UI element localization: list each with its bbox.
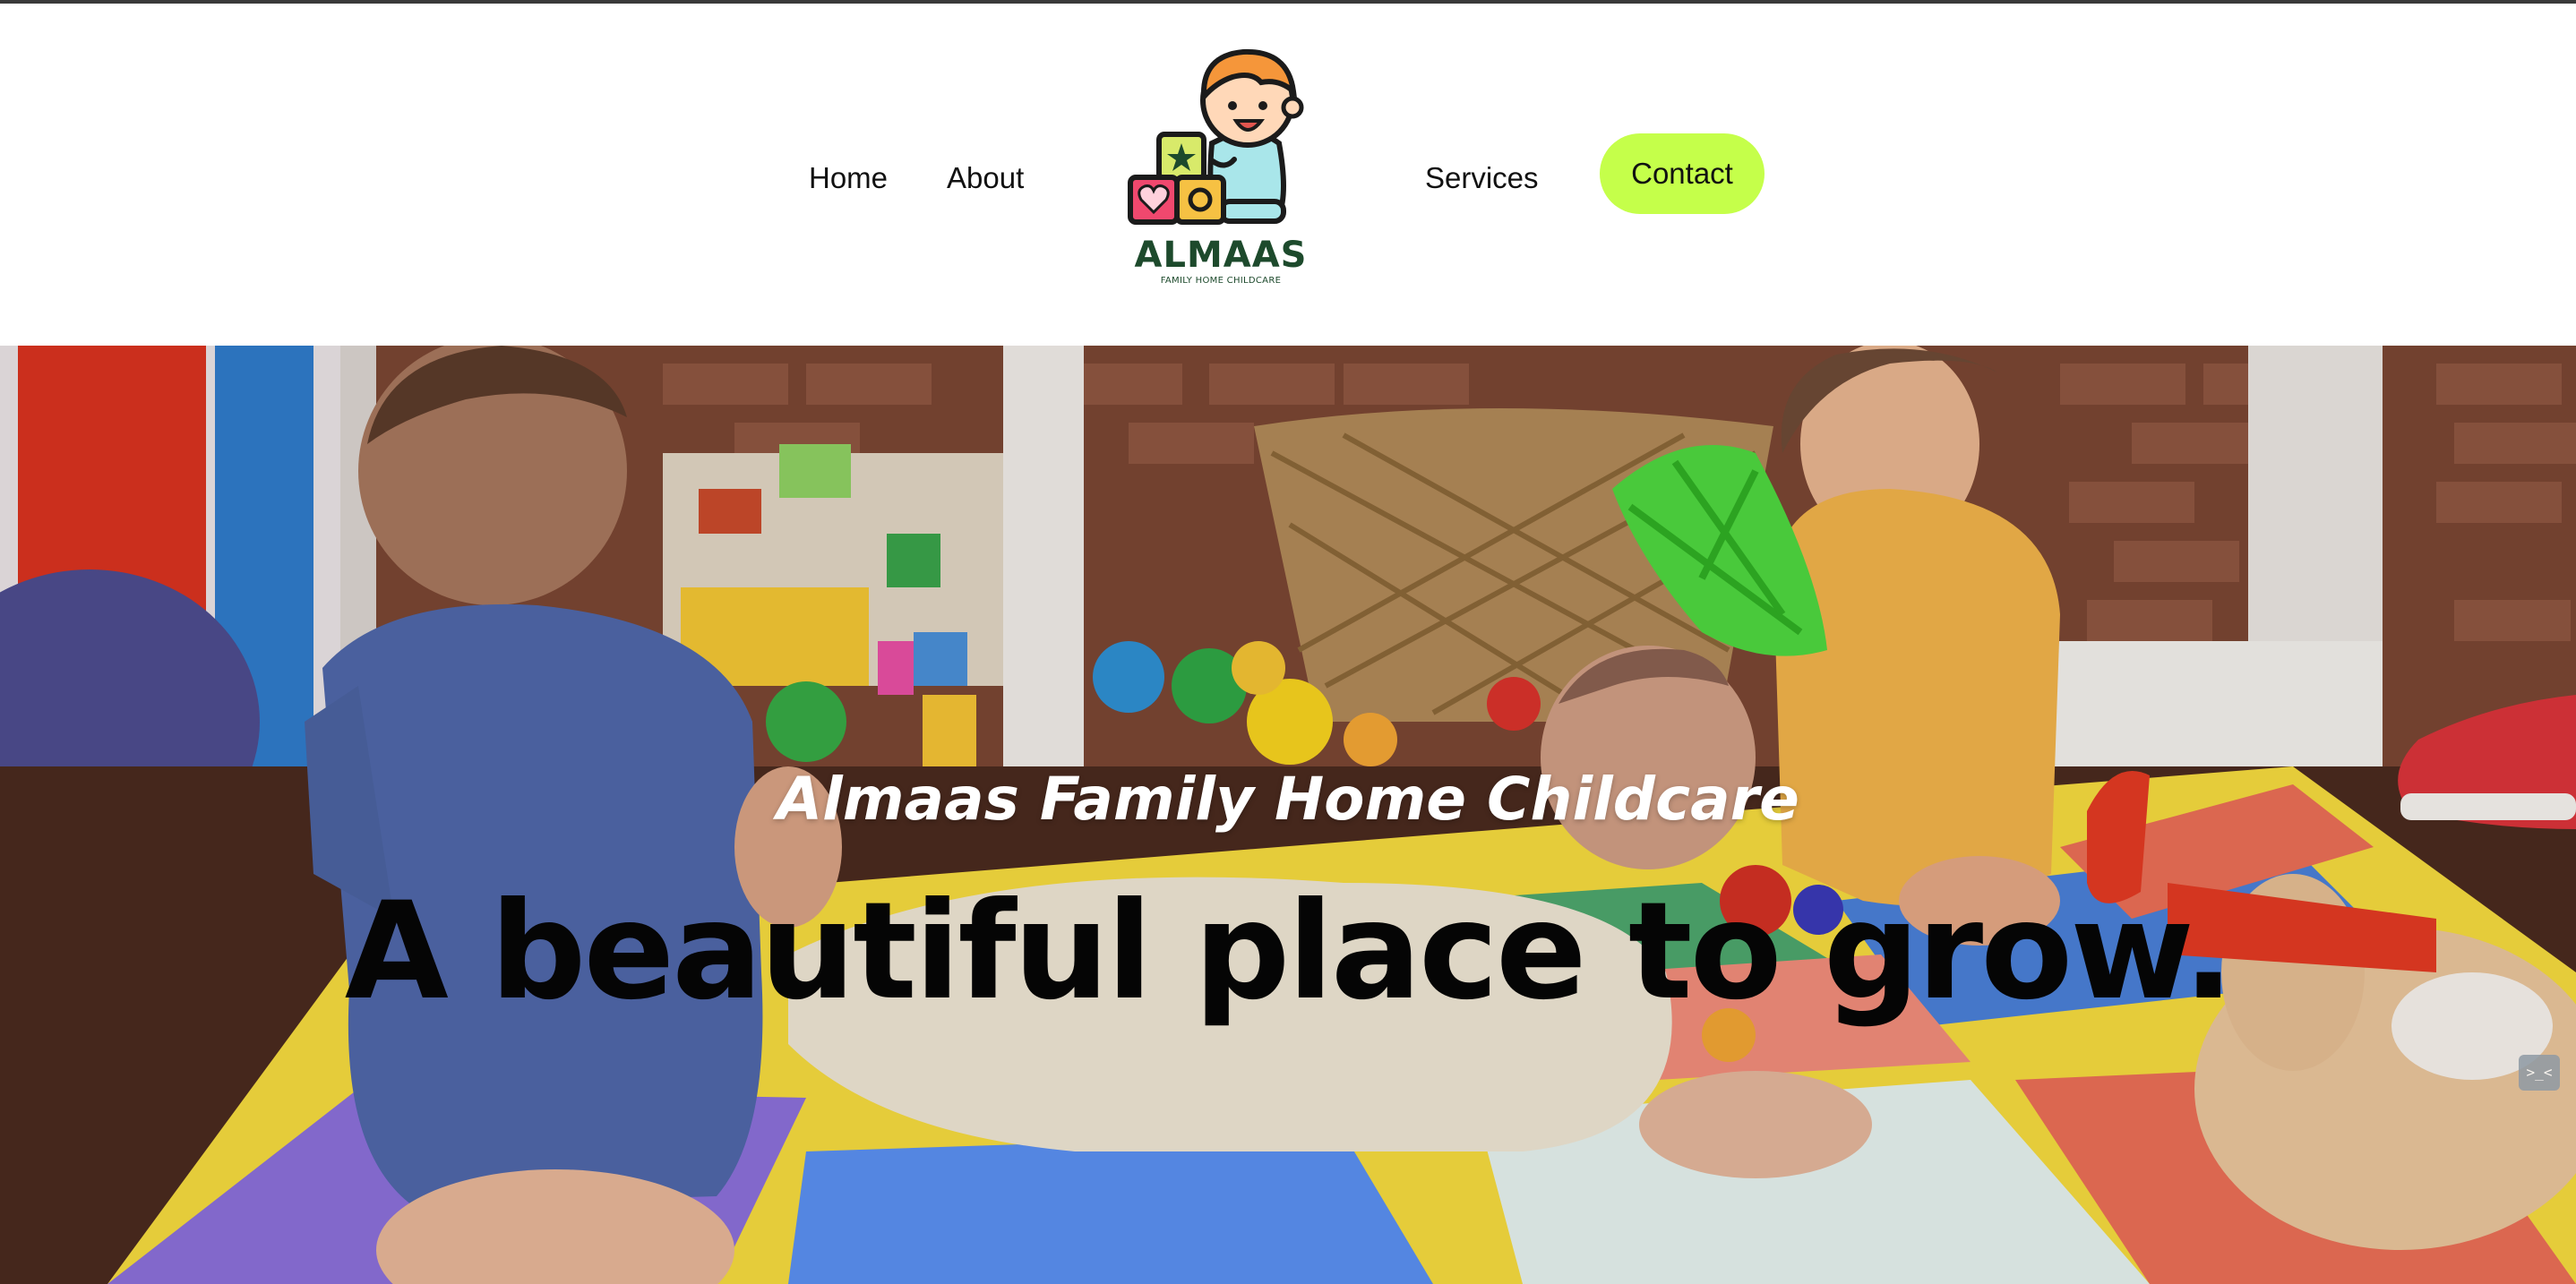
hero-title: A beautiful place to grow.: [344, 874, 2234, 1030]
site-header: Home About ALMAAS FAMILY HOME CHILDCARE …: [0, 4, 2576, 346]
code-icon[interactable]: >_<: [2519, 1055, 2560, 1091]
logo-wordmark: ALMAAS: [1134, 235, 1308, 276]
nav-about-link[interactable]: About: [947, 151, 1024, 205]
child-with-blocks-icon: [1128, 48, 1304, 225]
nav-services-link[interactable]: Services: [1425, 151, 1539, 205]
site-logo[interactable]: ALMAAS FAMILY HOME CHILDCARE: [1127, 36, 1315, 295]
nav-home-link[interactable]: Home: [809, 151, 888, 205]
hero-section: Almaas Family Home Childcare A beautiful…: [0, 346, 2576, 1284]
logo-tagline: FAMILY HOME CHILDCARE: [1160, 276, 1282, 286]
nav-contact-button[interactable]: Contact: [1600, 133, 1765, 214]
hero-subtitle: Almaas Family Home Childcare: [777, 765, 1799, 834]
